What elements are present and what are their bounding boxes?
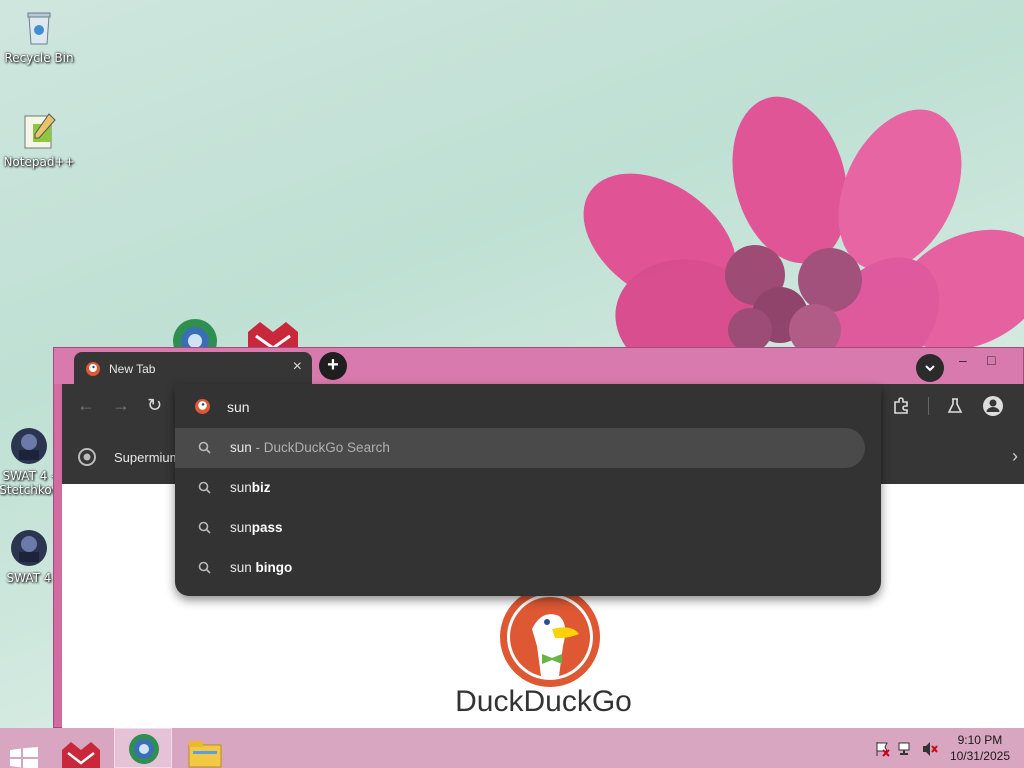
- network-icon[interactable]: [898, 741, 914, 757]
- suggestion-text: sunpass: [230, 520, 283, 535]
- suggestion-item[interactable]: sunbiz: [175, 468, 865, 508]
- app-desktop-icon[interactable]: [248, 322, 298, 350]
- file-explorer-icon[interactable]: [188, 734, 222, 768]
- clock-time: 9:10 PM: [957, 733, 1003, 747]
- tab-search-button[interactable]: [916, 354, 944, 382]
- extensions-icon[interactable]: [892, 397, 910, 415]
- taskbar-browser-button[interactable]: [114, 728, 172, 768]
- search-icon: [198, 441, 211, 454]
- desktop-icon-swat4[interactable]: SWAT 4: [0, 528, 59, 585]
- browser-desktop-icon[interactable]: [172, 318, 218, 350]
- duckduckgo-favicon-icon: [86, 362, 100, 376]
- desktop-icon-swat4-stetchkov[interactable]: SWAT 4 - Stetchkov: [0, 426, 59, 497]
- tab-title: New Tab: [109, 362, 156, 376]
- start-button-windows-icon[interactable]: [10, 738, 38, 768]
- suggestion-text: sun - DuckDuckGo Search: [230, 440, 390, 455]
- clock-date: 10/31/2025: [949, 749, 1010, 763]
- duckduckgo-logo-icon: [500, 587, 600, 687]
- title-bar: New Tab × + – □: [54, 348, 1023, 384]
- supermium-icon: [78, 448, 96, 466]
- tab-close-icon[interactable]: ×: [293, 358, 302, 376]
- suggestion-item[interactable]: sun - DuckDuckGo Search: [175, 428, 865, 468]
- profile-avatar-icon[interactable]: [982, 395, 1004, 417]
- address-bar-input[interactable]: sun: [227, 399, 250, 415]
- taskbar-app-icon[interactable]: [62, 734, 100, 768]
- swat4-icon: [9, 426, 49, 466]
- search-icon: [198, 521, 211, 534]
- desktop-icon-label: Notepad++: [3, 155, 75, 169]
- bookmarks-overflow-button[interactable]: ›: [1012, 446, 1018, 467]
- swat4-icon: [9, 528, 49, 568]
- toolbar-divider: [928, 397, 929, 415]
- recycle-bin-icon: [19, 8, 59, 48]
- desktop-icon-label: SWAT 4 - Stetchkov: [0, 469, 59, 497]
- action-center-flag-icon[interactable]: [874, 741, 890, 757]
- volume-muted-icon[interactable]: [922, 741, 938, 757]
- taskbar: 9:10 PM 10/31/2025: [0, 728, 1024, 768]
- notepad-plus-plus-icon: [19, 112, 59, 152]
- system-clock[interactable]: 9:10 PM 10/31/2025: [950, 732, 1010, 764]
- suggestion-item[interactable]: sunpass: [175, 508, 865, 548]
- tab-new-tab[interactable]: New Tab ×: [74, 352, 312, 384]
- reload-button[interactable]: ↻: [147, 396, 162, 414]
- forward-button[interactable]: →: [112, 396, 130, 414]
- suggestion-item[interactable]: sun bingo: [175, 548, 865, 588]
- minimize-button[interactable]: –: [959, 352, 967, 368]
- desktop-icon-label: SWAT 4: [6, 571, 52, 585]
- bookmark-supermium[interactable]: Supermium: [114, 450, 180, 465]
- search-icon: [198, 561, 211, 574]
- address-bar[interactable]: sun: [175, 390, 881, 422]
- desktop-icon-label: Recycle Bin: [4, 51, 74, 65]
- browser-icon: [129, 734, 159, 764]
- suggestion-text: sun bingo: [230, 560, 293, 575]
- search-icon: [198, 481, 211, 494]
- maximize-button[interactable]: □: [987, 352, 995, 368]
- desktop-icon-notepad-plus-plus[interactable]: Notepad++: [1, 112, 77, 169]
- suggestion-text: sunbiz: [230, 480, 271, 495]
- duckduckgo-search-engine-icon: [195, 399, 210, 414]
- new-tab-button[interactable]: +: [319, 352, 347, 380]
- chevron-down-icon: [925, 365, 935, 372]
- duckduckgo-wordmark: DuckDuckGo: [455, 685, 632, 718]
- labs-flask-icon[interactable]: [946, 397, 964, 415]
- back-button[interactable]: ←: [77, 396, 95, 414]
- desktop-icon-recycle-bin[interactable]: Recycle Bin: [1, 8, 77, 65]
